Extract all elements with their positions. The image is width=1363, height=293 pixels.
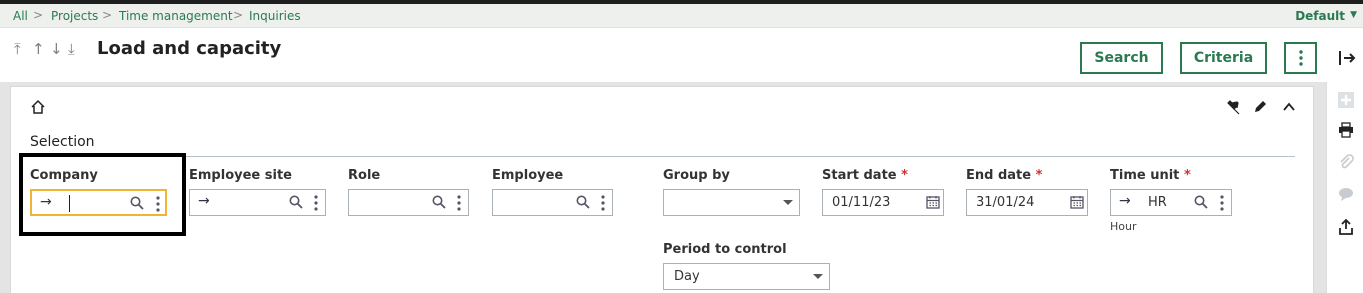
search-icon[interactable]	[432, 195, 446, 209]
first-record-icon[interactable]: ⤒	[14, 40, 21, 58]
end-date-label: End date *	[966, 168, 1043, 183]
employee-label: Employee	[492, 168, 564, 183]
page-title: Load and capacity	[97, 38, 282, 59]
calendar-icon[interactable]	[1070, 195, 1084, 209]
dropdown-caret-icon[interactable]	[813, 274, 823, 279]
exit-icon[interactable]	[1337, 48, 1357, 68]
time-unit-label: Time unit *	[1110, 168, 1191, 183]
next-record-icon[interactable]: ↓	[50, 40, 63, 58]
breadcrumb-separator: >	[233, 8, 244, 22]
period-to-control-select[interactable]: Day	[663, 263, 830, 290]
period-to-control-label: Period to control	[663, 242, 787, 257]
role-label: Role	[348, 168, 381, 183]
start-date-label: Start date *	[822, 168, 908, 183]
last-record-icon[interactable]: ⤓	[68, 40, 75, 58]
search-button[interactable]: Search	[1080, 42, 1163, 74]
field-menu-icon[interactable]	[314, 194, 318, 212]
field-menu-icon[interactable]	[1220, 194, 1224, 212]
pin-icon[interactable]	[1225, 99, 1241, 115]
section-divider	[30, 156, 1295, 157]
criteria-button[interactable]: Criteria	[1180, 42, 1267, 74]
breadcrumb-item-all[interactable]: All	[13, 9, 28, 23]
highlight-frame	[19, 153, 186, 236]
start-date-field[interactable]: 01/11/23	[822, 189, 944, 216]
employee-site-label: Employee site	[189, 168, 292, 183]
page-header: ⤒ ↑ ↓ ⤓ Load and capacity Search Criteri…	[0, 28, 1363, 82]
search-icon[interactable]	[289, 195, 303, 209]
arrow-right-icon[interactable]: →	[198, 193, 210, 209]
breadcrumb-item-inquiries[interactable]: Inquiries	[249, 9, 301, 23]
breadcrumb-separator: >	[102, 8, 113, 22]
caret-down-icon[interactable]: ▼	[1350, 10, 1357, 20]
start-date-value: 01/11/23	[832, 195, 891, 210]
breadcrumb-item-time-management[interactable]: Time management	[119, 9, 233, 23]
arrow-right-icon[interactable]: →	[1119, 193, 1131, 209]
end-date-value: 31/01/24	[976, 195, 1035, 210]
vertical-dots-icon	[1298, 50, 1303, 66]
period-to-control-value: Day	[674, 269, 700, 284]
group-by-select[interactable]	[663, 189, 800, 216]
printer-icon[interactable]	[1338, 122, 1354, 138]
search-icon[interactable]	[1194, 195, 1208, 209]
end-date-field[interactable]: 31/01/24	[966, 189, 1088, 216]
breadcrumb: All > Projects > Time management > Inqui…	[0, 4, 1363, 28]
time-unit-field[interactable]: → HR	[1110, 189, 1232, 216]
section-title: Selection	[30, 134, 95, 150]
calendar-icon[interactable]	[926, 195, 940, 209]
time-unit-value: HR	[1148, 195, 1167, 210]
more-actions-button[interactable]	[1284, 42, 1317, 74]
employee-field[interactable]	[492, 189, 613, 216]
comment-icon[interactable]	[1338, 186, 1354, 202]
time-unit-description: Hour	[1110, 220, 1137, 233]
plus-icon[interactable]	[1338, 92, 1354, 108]
previous-record-icon[interactable]: ↑	[32, 40, 45, 58]
dropdown-caret-icon[interactable]	[783, 200, 793, 205]
breadcrumb-item-projects[interactable]: Projects	[51, 9, 98, 23]
employee-site-field[interactable]: →	[189, 189, 326, 216]
chevron-up-icon[interactable]	[1281, 99, 1297, 115]
field-menu-icon[interactable]	[601, 194, 605, 212]
selection-panel: Selection Company → Employee site → Role…	[10, 86, 1314, 293]
right-sidebar	[1326, 82, 1363, 293]
field-menu-icon[interactable]	[457, 194, 461, 212]
role-field[interactable]	[348, 189, 469, 216]
breadcrumb-separator: >	[33, 8, 44, 22]
paperclip-icon[interactable]	[1338, 154, 1354, 170]
export-icon[interactable]	[1338, 219, 1354, 235]
home-icon[interactable]	[30, 99, 46, 115]
pencil-icon[interactable]	[1252, 99, 1268, 115]
search-icon[interactable]	[576, 195, 590, 209]
profile-selector[interactable]: Default	[1295, 9, 1345, 23]
group-by-label: Group by	[663, 168, 730, 183]
